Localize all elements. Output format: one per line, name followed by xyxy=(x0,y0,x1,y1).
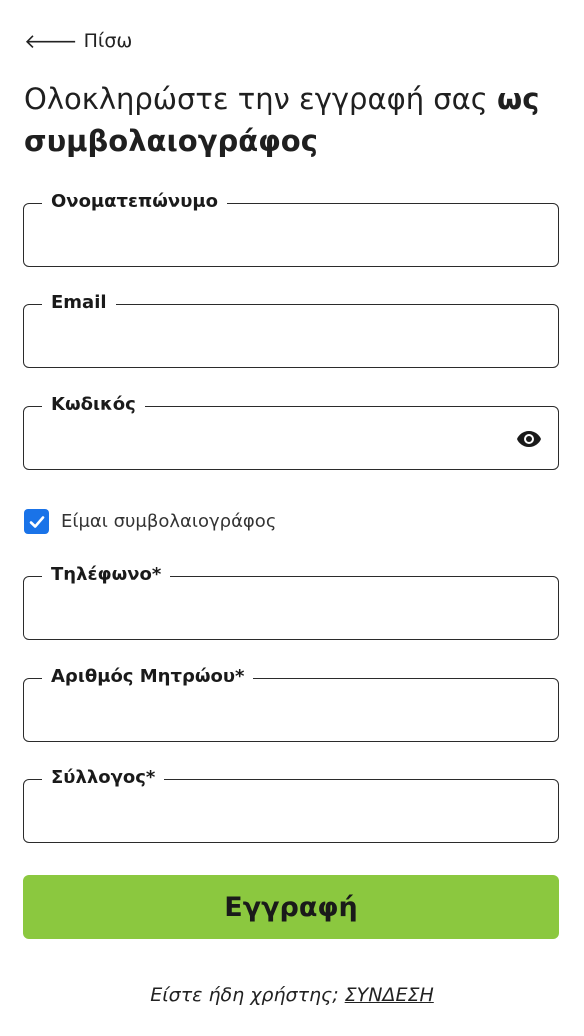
title-regular: Ολοκληρώστε την εγγραφή σας xyxy=(24,82,498,116)
notary-checkbox-row[interactable]: Είμαι συμβολαιογράφος xyxy=(24,509,276,534)
back-label: Πίσω xyxy=(83,30,133,52)
arrow-left-icon: 🡐 xyxy=(24,29,78,53)
login-prompt: Είστε ήδη χρήστης; ΣΥΝΔΕΣΗ xyxy=(0,984,584,1006)
password-field: Κωδικός xyxy=(23,393,559,470)
fullname-field: Ονοματεπώνυμο xyxy=(23,190,559,267)
page-title: Ολοκληρώστε την εγγραφή σας ως συμβολαιο… xyxy=(24,78,564,162)
login-link[interactable]: ΣΥΝΔΕΣΗ xyxy=(345,984,434,1006)
association-input[interactable] xyxy=(24,780,558,842)
checkmark-icon xyxy=(29,515,44,528)
association-field: Σύλλογος* xyxy=(23,766,559,843)
notary-checkbox[interactable] xyxy=(24,509,49,534)
notary-checkbox-label: Είμαι συμβολαιογράφος xyxy=(61,511,277,532)
eye-icon[interactable] xyxy=(516,429,542,449)
password-input[interactable] xyxy=(24,407,558,469)
email-input[interactable] xyxy=(24,305,558,367)
phone-input[interactable] xyxy=(24,577,558,639)
fullname-input[interactable] xyxy=(24,204,558,266)
register-button[interactable]: Εγγραφή xyxy=(23,875,559,939)
phone-field: Τηλέφωνο* xyxy=(23,563,559,640)
back-link[interactable]: 🡐 Πίσω xyxy=(24,30,132,52)
registry-number-field: Αριθμός Μητρώου* xyxy=(23,665,559,742)
email-field: Email xyxy=(23,291,559,368)
login-prompt-text: Είστε ήδη χρήστης; xyxy=(150,984,345,1006)
registry-number-input[interactable] xyxy=(24,679,558,741)
